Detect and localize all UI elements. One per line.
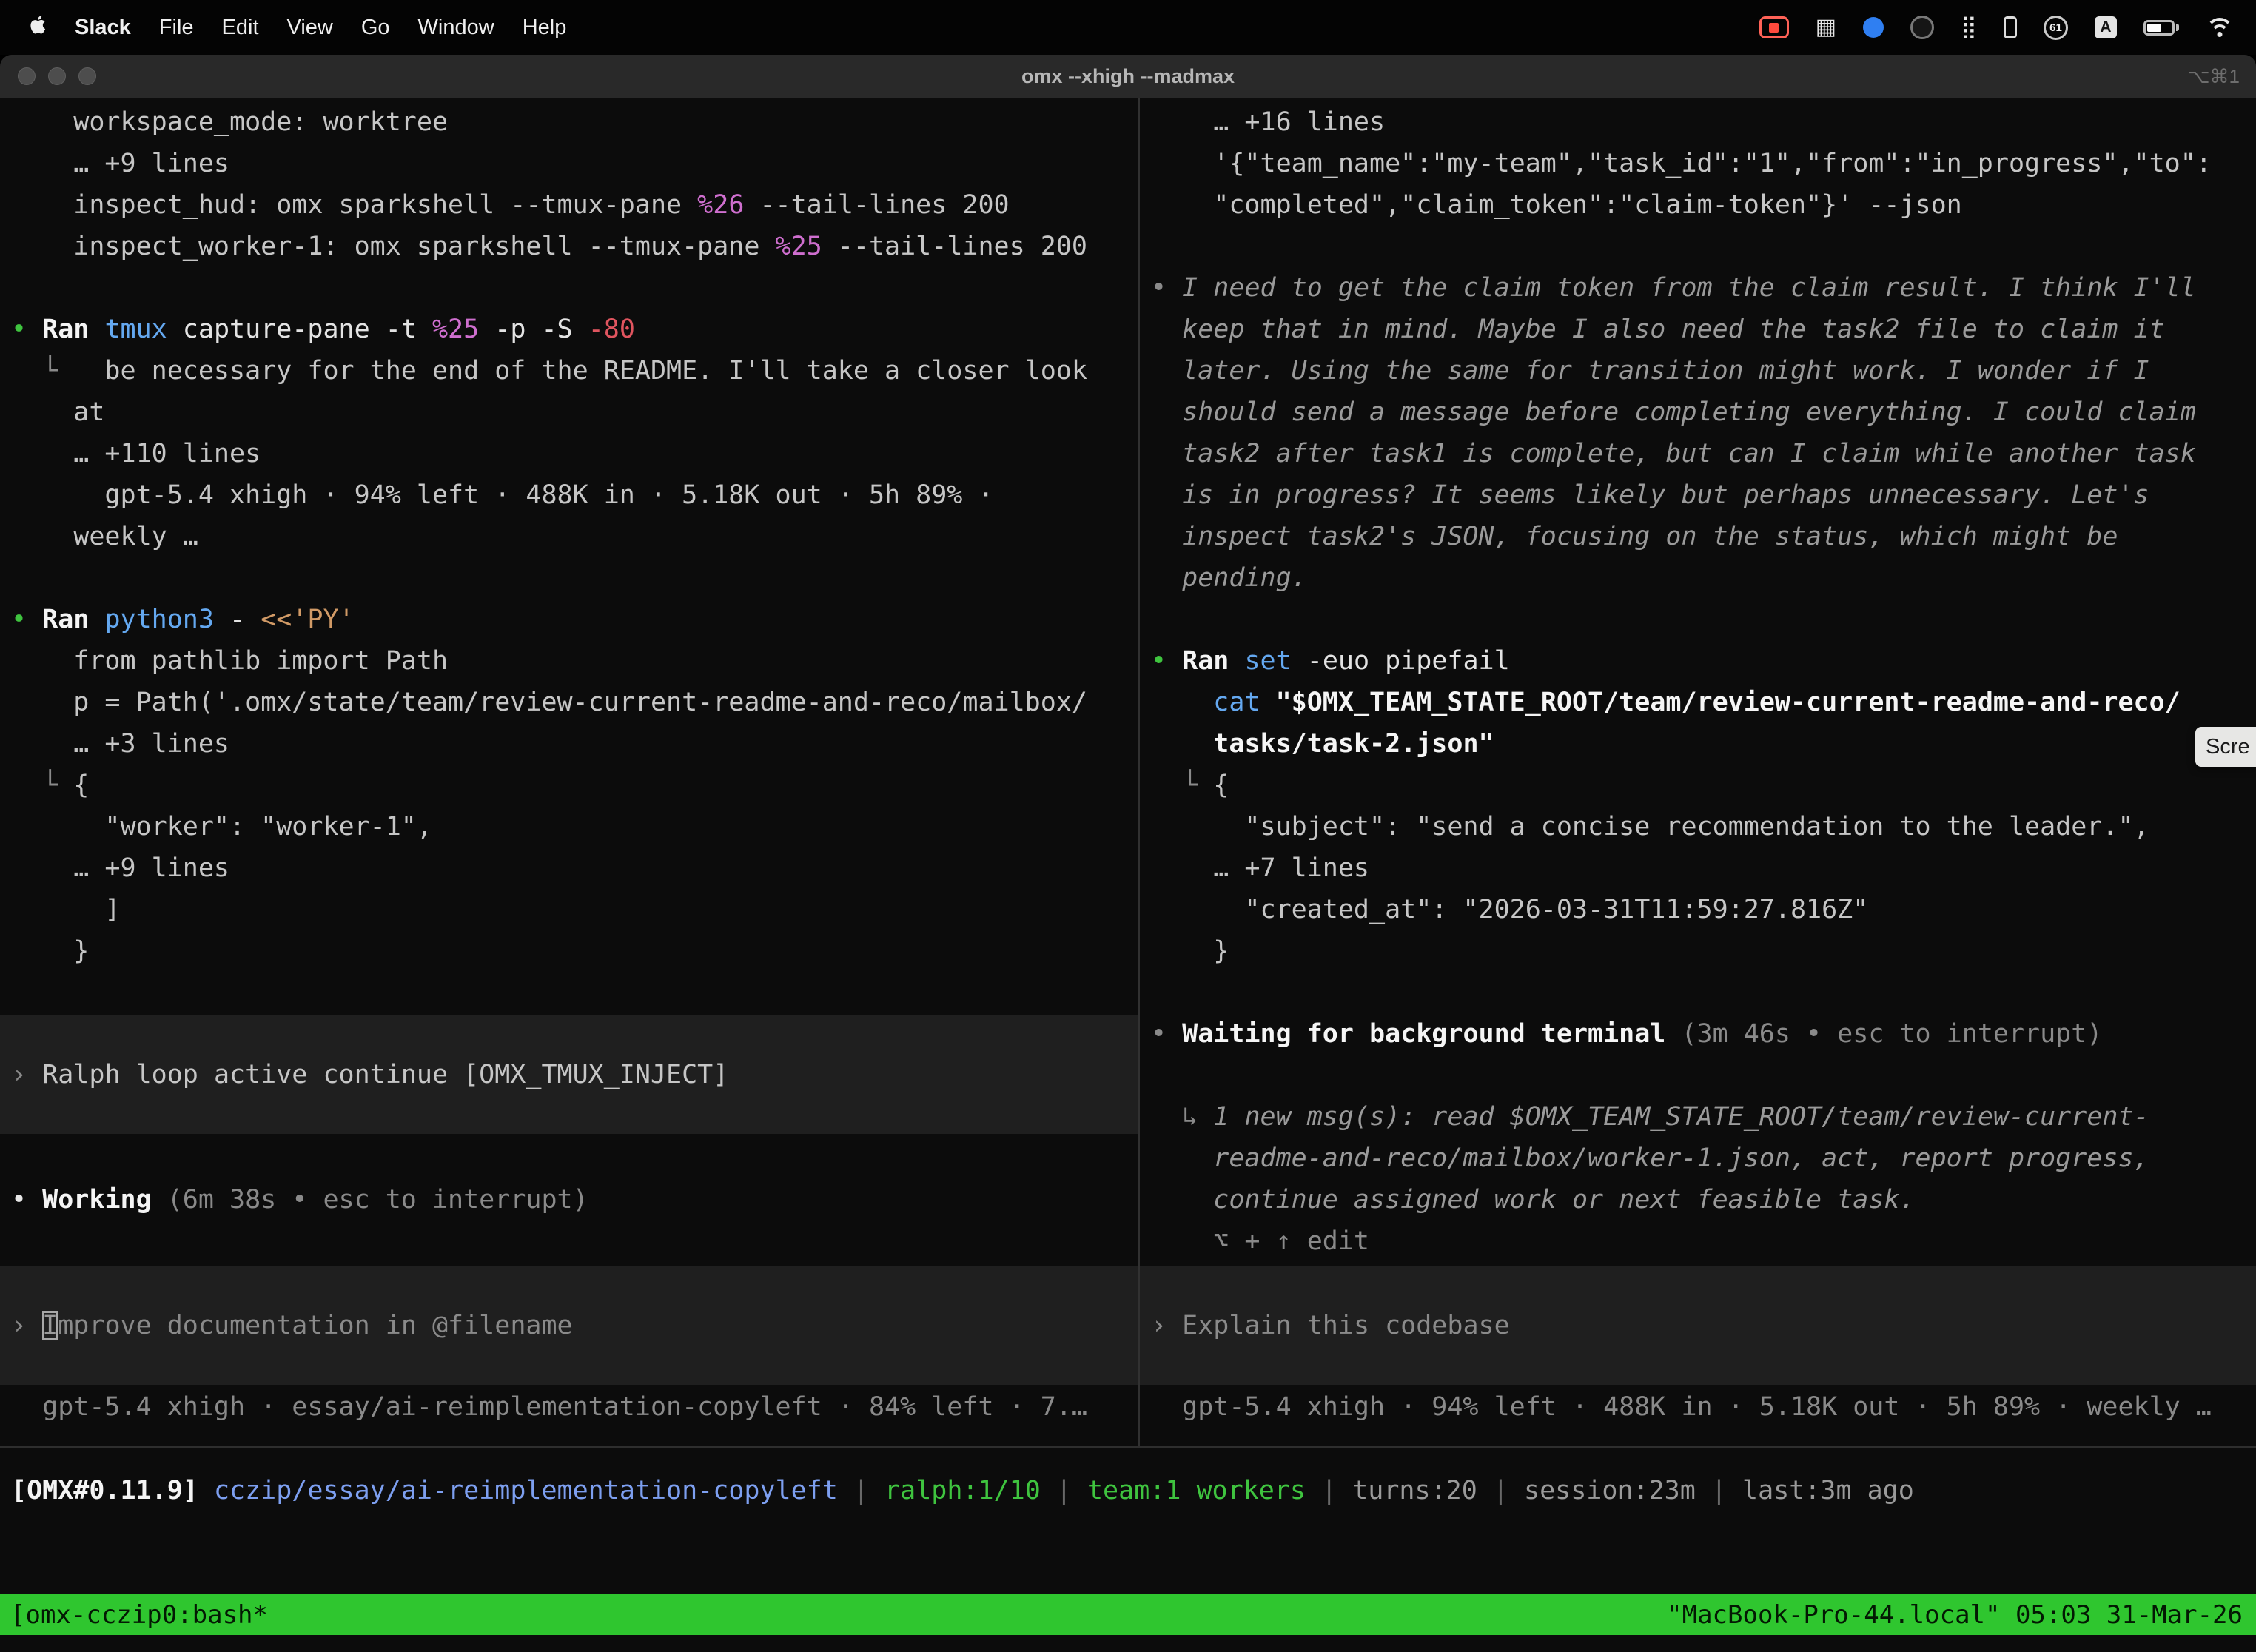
terminal-pane-right[interactable]: … +16 lines '{"team_name":"my-team","tas… [1140,98,2256,1446]
terminal-line: • Ran set -euo pipefail [1140,640,2256,682]
battery-percent-circle-icon[interactable]: 61 [2044,16,2068,40]
terminal-line: gpt-5.4 xhigh · essay/ai-reimplementatio… [0,1386,1138,1428]
terminal-line: … +3 lines [0,723,1138,765]
terminal-line: • Waiting for background terminal (3m 46… [1140,1013,2256,1055]
menu-view[interactable]: View [273,16,347,40]
blank-line [1140,599,2256,640]
minimize-button[interactable] [48,67,66,85]
terminal-line: • Ran tmux capture-pane -t %25 -p -S -80 [0,309,1138,350]
terminal-line: [OMX#0.11.9] cczip/essay/ai-reimplementa… [0,1470,2256,1511]
blank-line [1140,226,2256,267]
terminal-line: task2 after task1 is complete, but can I… [1140,433,2256,474]
blank-line [0,1220,1138,1266]
terminal-line: at [0,392,1138,433]
dark-app-icon[interactable] [1910,16,1934,39]
terminal-line: … +9 lines [0,847,1138,889]
zoom-button[interactable] [78,67,96,85]
terminal-line: gpt-5.4 xhigh · 94% left · 488K in · 5.1… [0,474,1138,516]
terminal-line: "subject": "send a concise recommendatio… [1140,806,2256,847]
blank-line [1140,972,2256,1013]
wifi-icon[interactable] [2206,18,2234,38]
terminal-line: keep that in mind. Maybe I also need the… [1140,309,2256,350]
screen-tooltip: Scre [2195,727,2256,767]
terminal-line: "worker": "worker-1", [0,806,1138,847]
menu-go[interactable]: Go [347,16,404,40]
menu-help[interactable]: Help [508,16,581,40]
omx-status-line: [OMX#0.11.9] cczip/essay/ai-reimplementa… [0,1470,2256,1511]
menu-bar-left: Slack File Edit View Go Window Help [0,15,580,41]
terminal-line: later. Using the same for transition mig… [1140,350,2256,392]
terminal-line: … +110 lines [0,433,1138,474]
terminal-pane-left[interactable]: workspace_mode: worktree … +9 lines insp… [0,98,1138,1446]
input-source-letter: A [2100,19,2111,36]
apple-menu-icon[interactable] [16,15,61,41]
prompt-band[interactable]: › Explain this codebase [1140,1266,2256,1385]
screen-recording-stop-icon[interactable] [1759,16,1789,38]
terminal-line: ] [0,889,1138,930]
close-button[interactable] [18,67,36,85]
menu-bar-status-icons: ▦ ⣿ 61 A [1759,16,2256,40]
terminal-line: inspect_hud: omx sparkshell --tmux-pane … [0,184,1138,226]
menu-app-name[interactable]: Slack [61,16,145,40]
prompt-band[interactable]: › Improve documentation in @filename [0,1266,1138,1385]
terminal-window: omx --xhigh --madmax ⌥⌘1 workspace_mode:… [0,55,2256,1652]
terminal-line: tasks/task-2.json" [1140,723,2256,765]
traffic-lights [18,67,96,85]
blank-line [0,1134,1138,1179]
menu-window[interactable]: Window [404,16,508,40]
terminal-line: └ { [1140,765,2256,806]
blank-line [1140,1055,2256,1096]
pane-bottom-border [0,1446,2256,1448]
terminal-line: workspace_mode: worktree [0,101,1138,143]
terminal-line: cat "$OMX_TEAM_STATE_ROOT/team/review-cu… [1140,682,2256,723]
blank-line [0,972,1138,1015]
terminal-line: continue assigned work or next feasible … [1140,1179,2256,1220]
terminal-line: gpt-5.4 xhigh · 94% left · 488K in · 5.1… [1140,1386,2256,1428]
terminal-line: } [0,930,1138,972]
terminal-line: ⌥ + ↑ edit [1140,1220,2256,1262]
terminal-line: pending. [1140,557,2256,599]
battery-icon[interactable] [2143,20,2179,36]
prompt-band[interactable]: › Ralph loop active continue [OMX_TMUX_I… [0,1015,1138,1134]
terminal-line: weekly … [0,516,1138,557]
terminal-line: • Ran python3 - <<'PY' [0,599,1138,640]
terminal-line: } [1140,930,2256,972]
terminal-line: • Working (6m 38s • esc to interrupt) [0,1179,1138,1220]
blank-line [0,267,1138,309]
title-bar[interactable]: omx --xhigh --madmax ⌥⌘1 [0,55,2256,98]
terminal-line: … +7 lines [1140,847,2256,889]
terminal-line: ↳ 1 new msg(s): read $OMX_TEAM_STATE_ROO… [1140,1096,2256,1138]
iphone-mirroring-icon[interactable] [2004,16,2017,38]
tmux-host-time: "MacBook-Pro-44.local" 05:03 31-Mar-26 [1667,1600,2243,1630]
terminal-line: is in progress? It seems likely but perh… [1140,474,2256,516]
terminal-line: inspect task2's JSON, focusing on the st… [1140,516,2256,557]
window-title: omx --xhigh --madmax [1021,65,1235,88]
menu-bar: Slack File Edit View Go Window Help ▦ ⣿ … [0,0,2256,55]
terminal-line: '{"team_name":"my-team","task_id":"1","f… [1140,143,2256,184]
terminal-line: inspect_worker-1: omx sparkshell --tmux-… [0,226,1138,267]
terminal-line: readme-and-reco/mailbox/worker-1.json, a… [1140,1138,2256,1179]
terminal-line: should send a message before completing … [1140,392,2256,433]
window-shortcut-hint: ⌥⌘1 [2188,55,2240,98]
dots-grid-icon[interactable]: ⣿ [1961,16,1977,38]
terminal-line: └ be necessary for the end of the README… [0,350,1138,392]
terminal-line: from pathlib import Path [0,640,1138,682]
blue-app-icon[interactable] [1863,17,1884,38]
terminal-line: … +16 lines [1140,101,2256,143]
terminal-line: … +9 lines [0,143,1138,184]
tmux-status-bar: [omx-cczip0:bash* "MacBook-Pro-44.local"… [0,1594,2256,1635]
terminal-line: "created_at": "2026-03-31T11:59:27.816Z" [1140,889,2256,930]
terminal-line: └ { [0,765,1138,806]
terminal-line: p = Path('.omx/state/team/review-current… [0,682,1138,723]
input-source-icon[interactable]: A [2095,16,2117,38]
menu-edit[interactable]: Edit [208,16,273,40]
battery-percent-value: 61 [2049,21,2062,34]
tmux-session-name: [omx-cczip0:bash* [10,1600,268,1630]
menu-file[interactable]: File [145,16,208,40]
grid-icon[interactable]: ▦ [1816,16,1836,38]
blank-line [0,557,1138,599]
terminal-line: "completed","claim_token":"claim-token"}… [1140,184,2256,226]
screen-tooltip-text: Scre [2206,735,2250,759]
terminal-line: • I need to get the claim token from the… [1140,267,2256,309]
